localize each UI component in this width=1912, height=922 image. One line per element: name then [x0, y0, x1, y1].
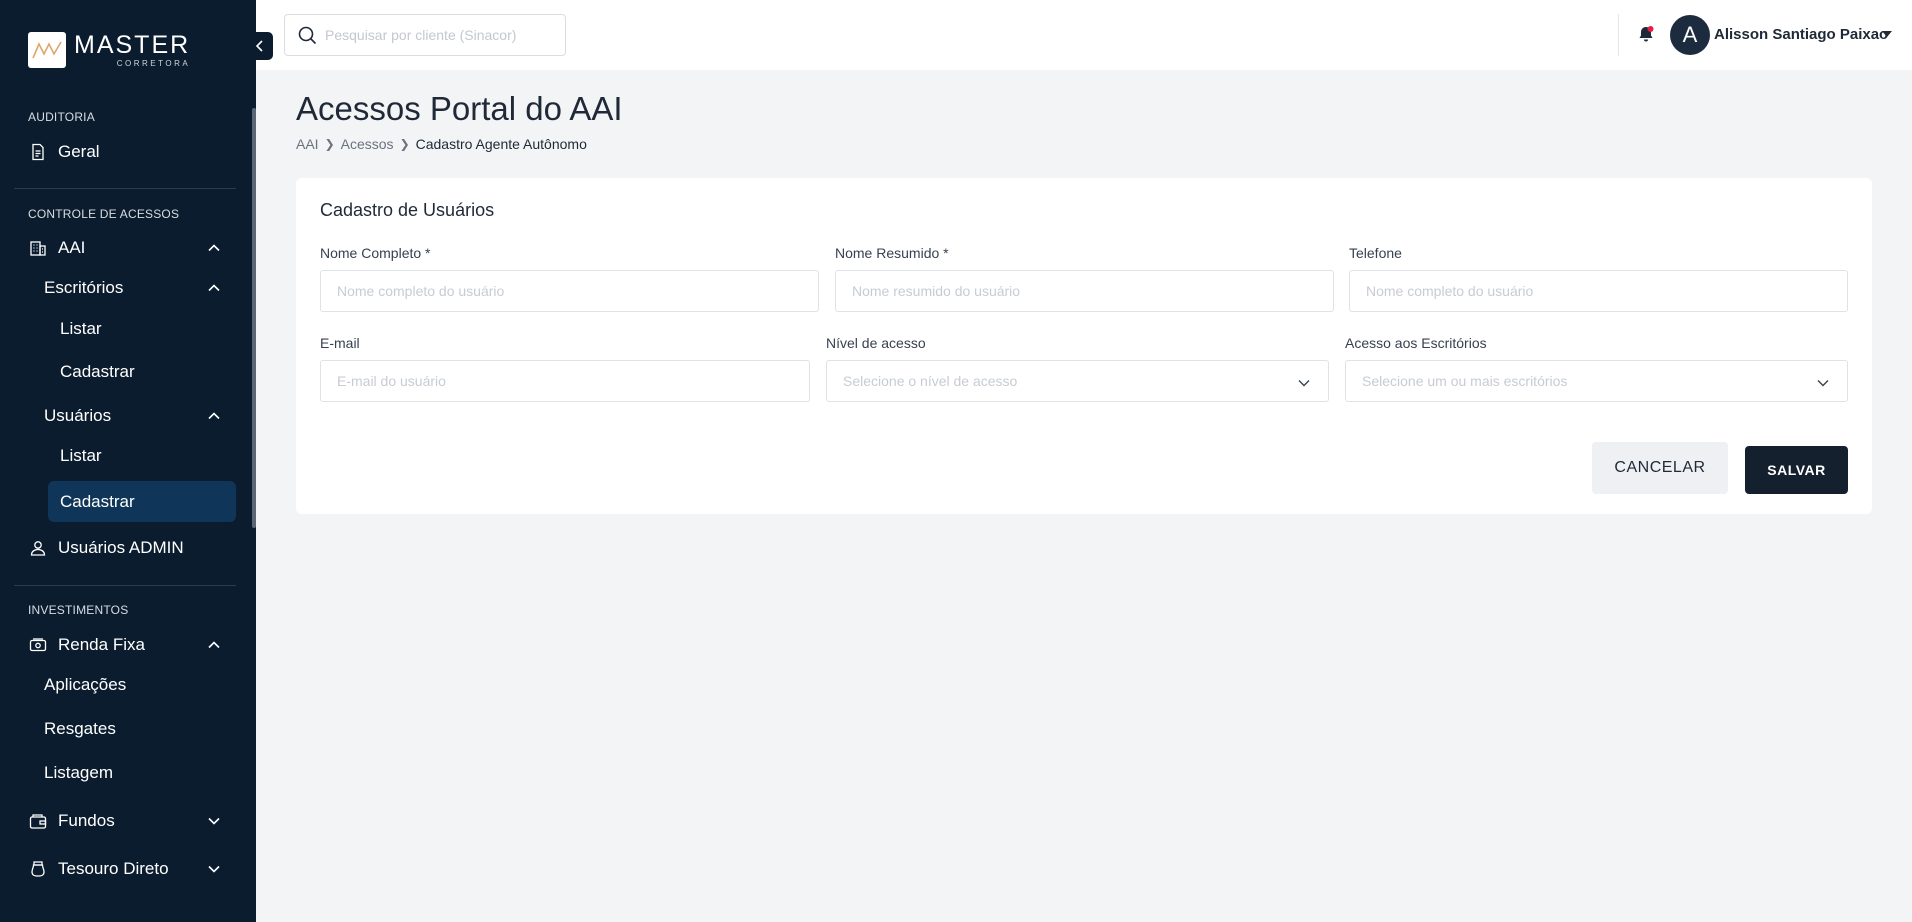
phone-field[interactable] — [1349, 270, 1848, 312]
search-input[interactable] — [325, 27, 545, 43]
sidebar-item-label: Usuários ADMIN — [58, 538, 184, 557]
caret-down-icon[interactable] — [1882, 31, 1892, 37]
brand-name: MASTER — [74, 30, 191, 59]
user-registration-card: Cadastro de Usuários Nome Completo * Nom… — [296, 178, 1872, 514]
sidebar-item-label: Renda Fixa — [58, 635, 145, 654]
section-title-auditoria: AUDITORIA — [28, 110, 95, 124]
document-icon — [28, 142, 48, 162]
bell-icon[interactable] — [1636, 24, 1656, 44]
sidebar-item-label: Listar — [60, 319, 102, 338]
sidebar-item-label: Escritórios — [44, 278, 124, 297]
collapse-sidebar-button[interactable] — [247, 32, 273, 60]
user-icon — [28, 538, 48, 558]
sidebar-item-usuarios[interactable]: Usuários — [30, 396, 236, 436]
email-field[interactable] — [320, 360, 810, 402]
sidebar-item-usuarios-listar[interactable]: Listar — [48, 436, 236, 476]
chevron-left-icon — [255, 40, 263, 52]
field-label: Acesso aos Escritórios — [1345, 335, 1487, 351]
piggy-bank-icon — [28, 859, 48, 879]
breadcrumb-item[interactable]: AAI — [296, 136, 319, 152]
chevron-up-icon — [208, 412, 220, 420]
chevron-down-icon — [1817, 380, 1829, 387]
avatar[interactable]: A — [1670, 15, 1710, 55]
select-placeholder: Selecione o nível de acesso — [843, 373, 1018, 389]
field-label: Nível de acesso — [826, 335, 926, 351]
chevron-up-icon — [208, 641, 220, 649]
header-divider — [1618, 14, 1619, 56]
divider — [14, 585, 236, 586]
sidebar-item-tesouro-direto[interactable]: Tesouro Direto — [14, 849, 236, 889]
chevron-down-icon — [208, 817, 220, 825]
sidebar: MASTER CORRETORA AUDITORIA Geral CONTROL… — [0, 0, 256, 922]
search-box[interactable] — [284, 14, 566, 56]
sidebar-item-listagem[interactable]: Listagem — [30, 753, 236, 793]
breadcrumb-item[interactable]: Acessos — [341, 136, 394, 152]
search-icon — [298, 26, 317, 45]
select-placeholder: Selecione um ou mais escritórios — [1362, 373, 1568, 389]
cancel-button[interactable]: CANCELAR — [1592, 442, 1728, 494]
sidebar-item-escritorios-cadastrar[interactable]: Cadastrar — [48, 352, 236, 392]
sidebar-item-label: Usuários — [44, 406, 112, 425]
sidebar-item-label: Cadastrar — [60, 362, 135, 381]
short-name-input[interactable] — [836, 283, 1333, 299]
sidebar-item-label: Resgates — [44, 719, 116, 738]
chevron-down-icon — [208, 865, 220, 873]
full-name-field[interactable] — [320, 270, 819, 312]
sidebar-item-label: Tesouro Direto — [58, 859, 169, 878]
master-logo-icon — [28, 32, 66, 68]
sidebar-item-aplicacoes[interactable]: Aplicações — [30, 665, 236, 705]
sidebar-item-label: Listagem — [44, 763, 113, 782]
breadcrumb-current: Cadastro Agente Autônomo — [415, 136, 587, 152]
page-title: Acessos Portal do AAI — [296, 90, 623, 127]
full-name-input[interactable] — [321, 283, 818, 299]
card-title: Cadastro de Usuários — [320, 200, 495, 220]
brand-logo[interactable]: MASTER CORRETORA — [28, 32, 190, 68]
access-level-select[interactable]: Selecione o nível de acesso — [826, 360, 1329, 402]
section-title-controle-acessos: CONTROLE DE ACESSOS — [28, 207, 180, 221]
section-title-investimentos: INVESTIMENTOS — [28, 603, 129, 617]
sidebar-item-usuarios-admin[interactable]: Usuários ADMIN — [14, 528, 236, 568]
sidebar-item-resgates[interactable]: Resgates — [30, 709, 236, 749]
sidebar-item-label: Aplicações — [44, 675, 127, 694]
sidebar-item-label: AAI — [58, 238, 86, 257]
field-label: Nome Completo * — [320, 245, 431, 261]
sidebar-item-label: Geral — [58, 142, 100, 161]
sidebar-item-fundos[interactable]: Fundos — [14, 801, 236, 841]
save-button[interactable]: SALVAR — [1745, 446, 1848, 494]
sidebar-item-aai[interactable]: AAI — [14, 228, 236, 268]
short-name-field[interactable] — [835, 270, 1334, 312]
chevron-down-icon — [1298, 380, 1310, 387]
user-name[interactable]: Alisson Santiago Paixao — [1714, 26, 1888, 43]
chevron-up-icon — [208, 244, 220, 252]
chevron-right-icon: ❯ — [324, 137, 335, 151]
wallet-icon — [28, 811, 48, 831]
email-input[interactable] — [321, 373, 809, 389]
money-icon — [28, 635, 48, 655]
brand-tagline: CORRETORA — [116, 58, 191, 68]
sidebar-item-escritorios[interactable]: Escritórios — [30, 268, 236, 308]
top-header: A Alisson Santiago Paixao — [256, 0, 1912, 70]
offices-access-select[interactable]: Selecione um ou mais escritórios — [1345, 360, 1848, 402]
sidebar-item-label: Cadastrar — [60, 491, 135, 511]
field-label: Nome Resumido * — [835, 245, 949, 261]
sidebar-scrollbar[interactable] — [252, 108, 256, 528]
sidebar-item-geral[interactable]: Geral — [14, 132, 236, 172]
field-label: Telefone — [1349, 245, 1402, 261]
sidebar-item-label: Fundos — [58, 811, 115, 830]
field-label: E-mail — [320, 335, 360, 351]
sidebar-item-label: Listar — [60, 446, 102, 465]
chevron-right-icon: ❯ — [399, 137, 410, 151]
sidebar-item-escritorios-listar[interactable]: Listar — [48, 309, 236, 349]
building-icon — [28, 238, 48, 258]
chevron-up-icon — [208, 284, 220, 292]
divider — [14, 188, 236, 189]
breadcrumb: AAI ❯ Acessos ❯ Cadastro Agente Autônomo — [296, 136, 587, 152]
sidebar-item-usuarios-cadastrar[interactable]: Cadastrar — [48, 481, 236, 522]
phone-input[interactable] — [1350, 283, 1847, 299]
sidebar-item-renda-fixa[interactable]: Renda Fixa — [14, 625, 236, 665]
